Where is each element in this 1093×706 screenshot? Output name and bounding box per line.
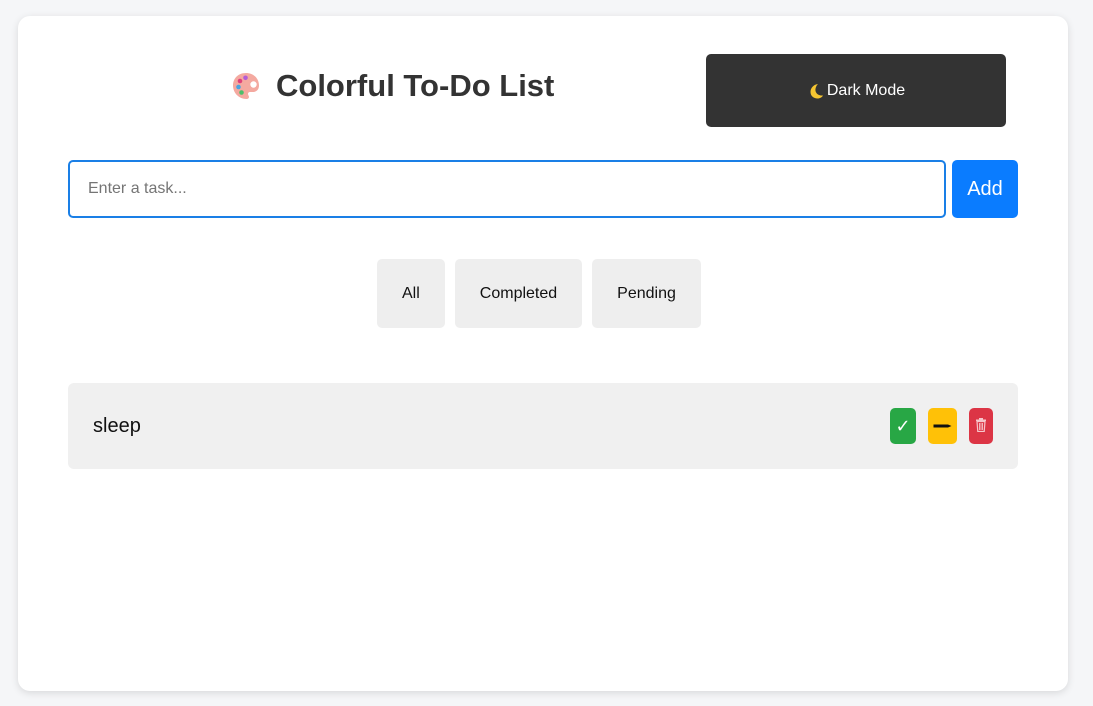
task-text: sleep <box>93 414 141 437</box>
filter-all-button[interactable]: All <box>377 259 445 328</box>
moon-icon <box>807 82 825 100</box>
palette-icon <box>230 70 262 102</box>
complete-button[interactable]: ✓ <box>890 408 916 444</box>
filter-bar: All Completed Pending <box>377 259 701 328</box>
dark-mode-label: Dark Mode <box>826 81 906 99</box>
page-title: Colorful To-Do List <box>230 66 554 106</box>
delete-button[interactable] <box>969 408 993 444</box>
task-input[interactable] <box>68 160 946 218</box>
todo-card: Colorful To-Do List Dark Mode Add All Co… <box>18 16 1068 691</box>
trash-icon <box>975 417 987 435</box>
task-item: sleep ✓ <box>68 383 1018 469</box>
add-button[interactable]: Add <box>952 160 1018 218</box>
edit-button[interactable] <box>928 408 957 444</box>
filter-pending-button[interactable]: Pending <box>592 259 701 328</box>
filter-completed-button[interactable]: Completed <box>454 259 583 328</box>
task-actions: ✓ <box>890 408 993 444</box>
title-text: Colorful To-Do List <box>276 68 555 103</box>
dark-mode-toggle[interactable]: Dark Mode <box>706 54 1006 127</box>
pencil-icon <box>933 419 953 434</box>
task-list: sleep ✓ <box>68 383 1018 469</box>
check-icon: ✓ <box>895 415 911 437</box>
